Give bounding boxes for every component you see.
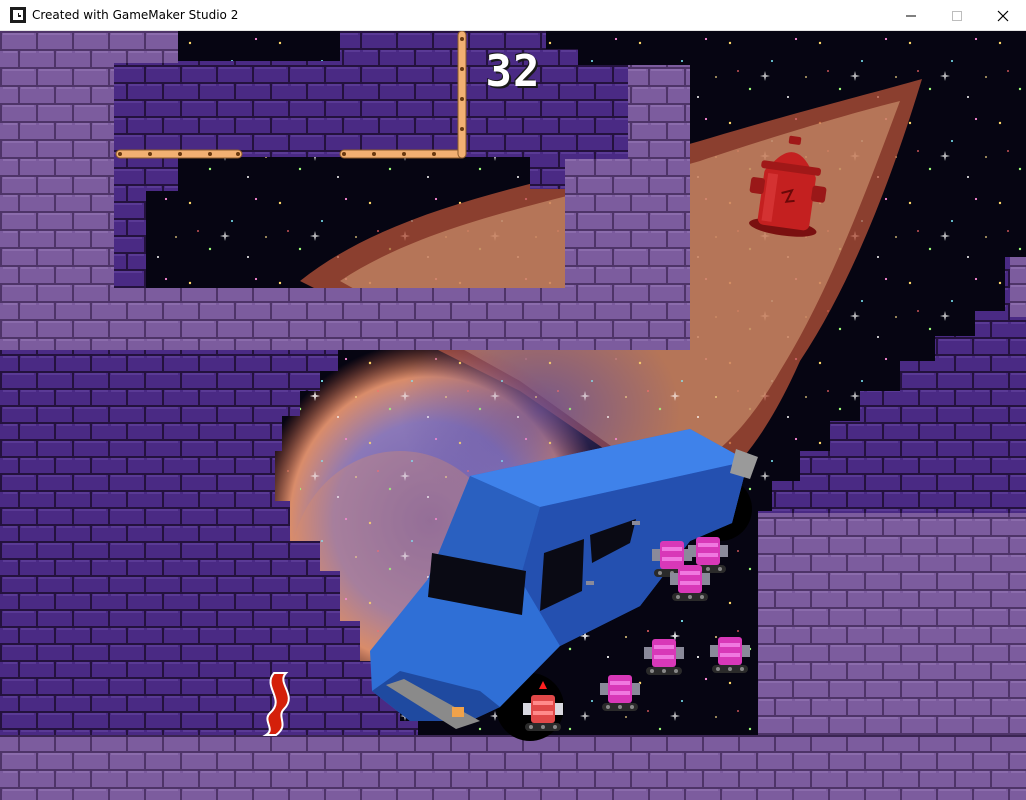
- game-scene: [0, 31, 1026, 800]
- title-bar: Created with GameMaker Studio 2: [0, 0, 1026, 31]
- rail-platform-left: [115, 149, 243, 159]
- rail-pole-vertical: [457, 31, 467, 159]
- maximize-icon: [952, 11, 962, 21]
- game-viewport[interactable]: 32: [0, 31, 1026, 800]
- close-icon: [997, 10, 1009, 22]
- brick-pillar-inner: [565, 159, 628, 288]
- brick-column-left: [0, 31, 114, 288]
- brick-block-right: [758, 513, 1026, 735]
- window-title: Created with GameMaker Studio 2: [32, 8, 239, 22]
- maximize-button[interactable]: [934, 0, 980, 31]
- rail-platform-right: [339, 149, 467, 159]
- brick-pillar-right: [628, 65, 690, 288]
- minimize-icon: [906, 15, 916, 17]
- brick-floor: [0, 735, 1026, 800]
- game-window: Created with GameMaker Studio 2 32: [0, 0, 1026, 800]
- brick-platform-middle: [0, 288, 690, 350]
- gamemaker-logo-icon: [10, 7, 26, 23]
- brick-block-top: [114, 31, 178, 63]
- minimize-button[interactable]: [888, 0, 934, 31]
- score-counter: 32: [485, 46, 541, 97]
- close-button[interactable]: [980, 0, 1026, 31]
- brick-edge-right: [1010, 257, 1026, 317]
